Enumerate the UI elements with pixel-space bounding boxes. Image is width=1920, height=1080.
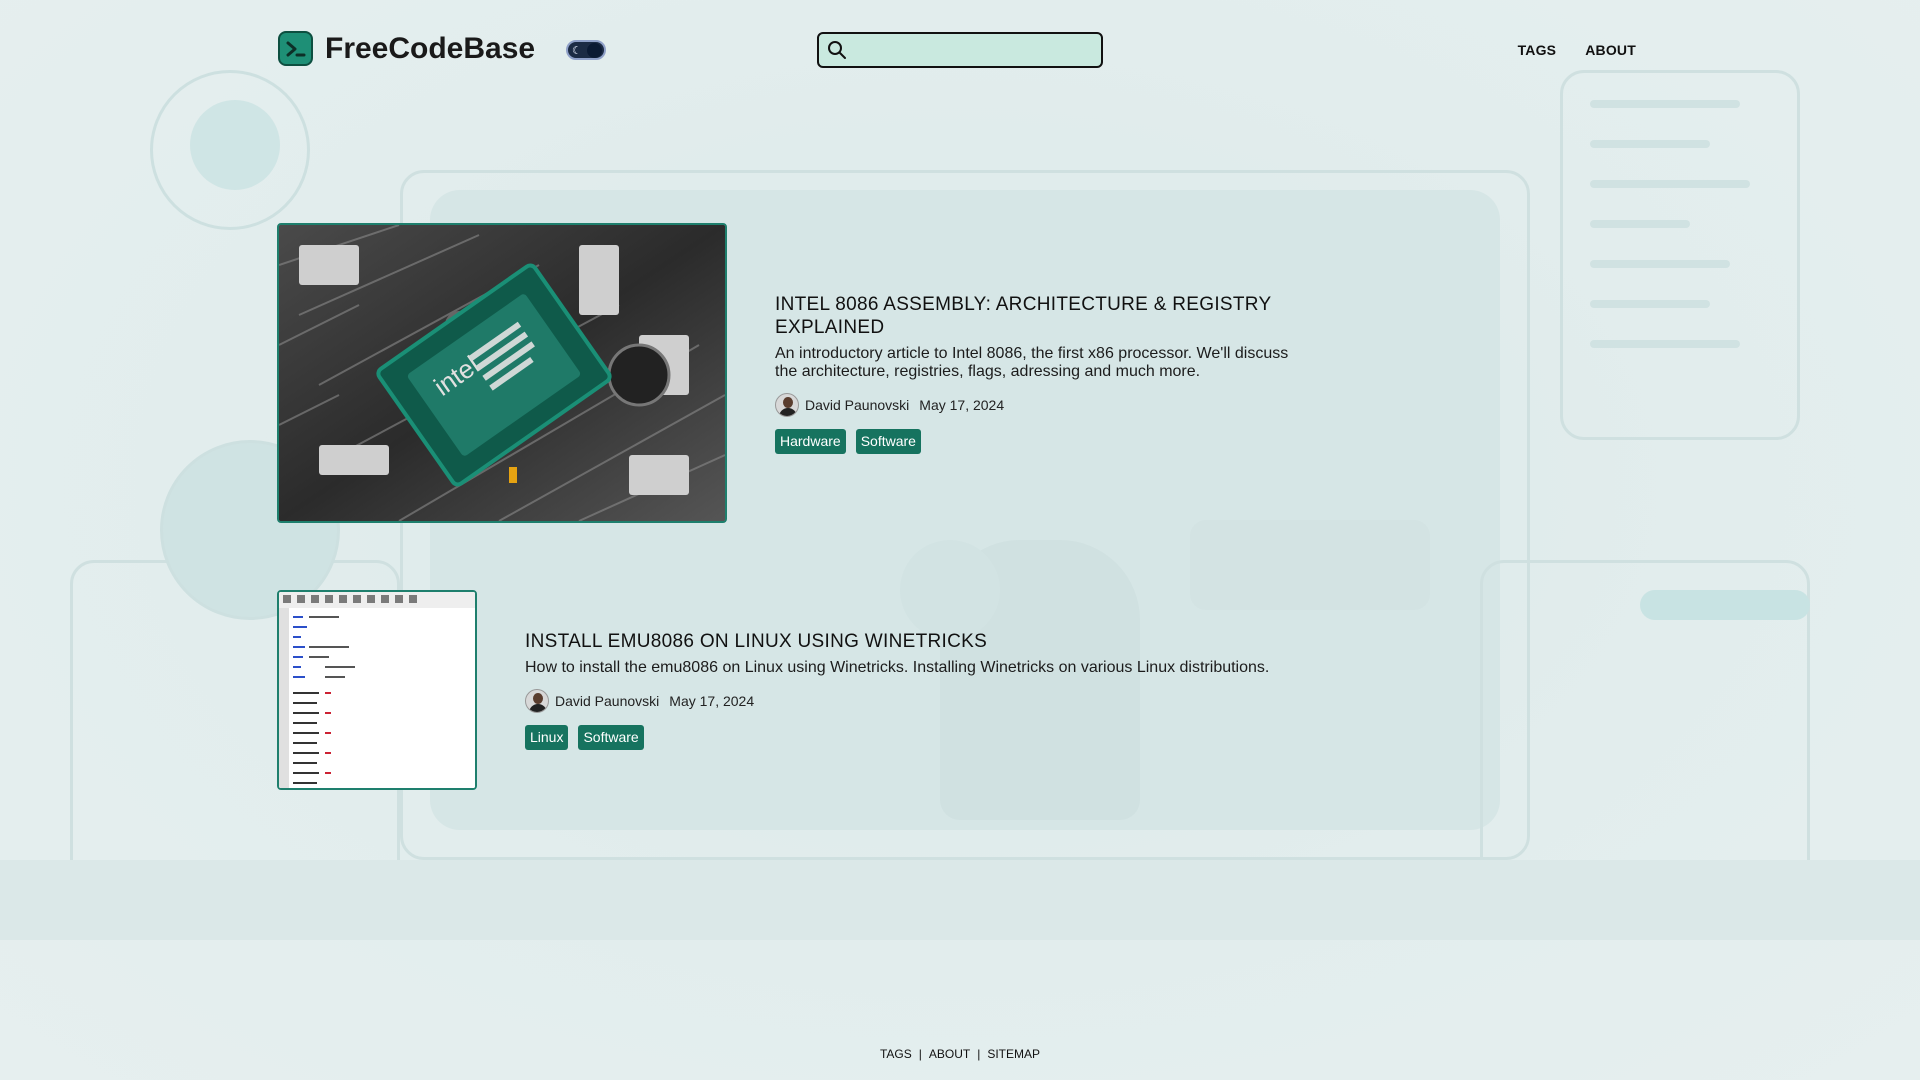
search-box (817, 32, 1103, 68)
brand-logo[interactable]: FreeCodeBase (278, 31, 535, 66)
brand-name: FreeCodeBase (325, 31, 536, 65)
post-description: How to install the emu8086 on Linux usin… (525, 659, 1270, 676)
post-meta: David Paunovski May 17, 2024 (525, 689, 1325, 713)
post-author[interactable]: David Paunovski (555, 693, 659, 709)
moon-icon: ☾ (572, 45, 582, 57)
footer-link-tags[interactable]: TAGS (880, 1047, 912, 1061)
footer-link-about[interactable]: ABOUT (929, 1047, 970, 1061)
cpu-chip-image: intel (279, 225, 725, 521)
toggle-knob (587, 43, 602, 58)
footer-separator: | (977, 1047, 981, 1061)
terminal-prompt-icon (278, 31, 313, 66)
post-date: May 17, 2024 (919, 396, 1005, 413)
post-meta: David Paunovski May 17, 2024 (775, 392, 1295, 417)
post-thumbnail[interactable]: intel (277, 223, 727, 523)
site-footer: TAGS | ABOUT | SITEMAP (0, 1047, 1920, 1061)
post-date: May 17, 2024 (669, 693, 755, 709)
nav-about[interactable]: ABOUT (1585, 42, 1636, 58)
footer-separator: | (918, 1047, 922, 1061)
background-illustration (0, 0, 1920, 1080)
nav-tags[interactable]: TAGS (1518, 42, 1557, 58)
tag-linux[interactable]: Linux (525, 725, 569, 750)
author-avatar (775, 392, 799, 417)
post-card: INSTALL EMU8086 ON LINUX USING WINETRICK… (277, 590, 1325, 790)
footer-link-sitemap[interactable]: SITEMAP (987, 1047, 1040, 1061)
post-title[interactable]: INSTALL EMU8086 ON LINUX USING WINETRICK… (525, 630, 1325, 653)
magnifier-icon (828, 41, 846, 59)
post-card: intel INTEL 8086 ASSEMBLY: ARCHITECTURE … (277, 223, 1295, 523)
post-title[interactable]: INTEL 8086 ASSEMBLY: ARCHITECTURE & REGI… (775, 293, 1295, 339)
tag-software[interactable]: Software (578, 725, 644, 750)
main-nav: TAGS ABOUT (1518, 42, 1636, 58)
post-description: An introductory article to Intel 8086, t… (775, 344, 1289, 380)
site-header: FreeCodeBase ☾ TAGS ABOUT (0, 0, 1920, 100)
search-input[interactable] (853, 35, 1101, 65)
code-editor-image (279, 592, 475, 788)
author-avatar (525, 689, 549, 713)
post-thumbnail[interactable] (277, 590, 477, 790)
post-author[interactable]: David Paunovski (805, 397, 909, 413)
theme-toggle[interactable]: ☾ (566, 40, 606, 60)
post-tags: Linux Software (525, 725, 1325, 750)
post-tags: Hardware Software (775, 428, 1295, 454)
tag-hardware[interactable]: Hardware (775, 428, 846, 454)
tag-software[interactable]: Software (855, 428, 921, 454)
